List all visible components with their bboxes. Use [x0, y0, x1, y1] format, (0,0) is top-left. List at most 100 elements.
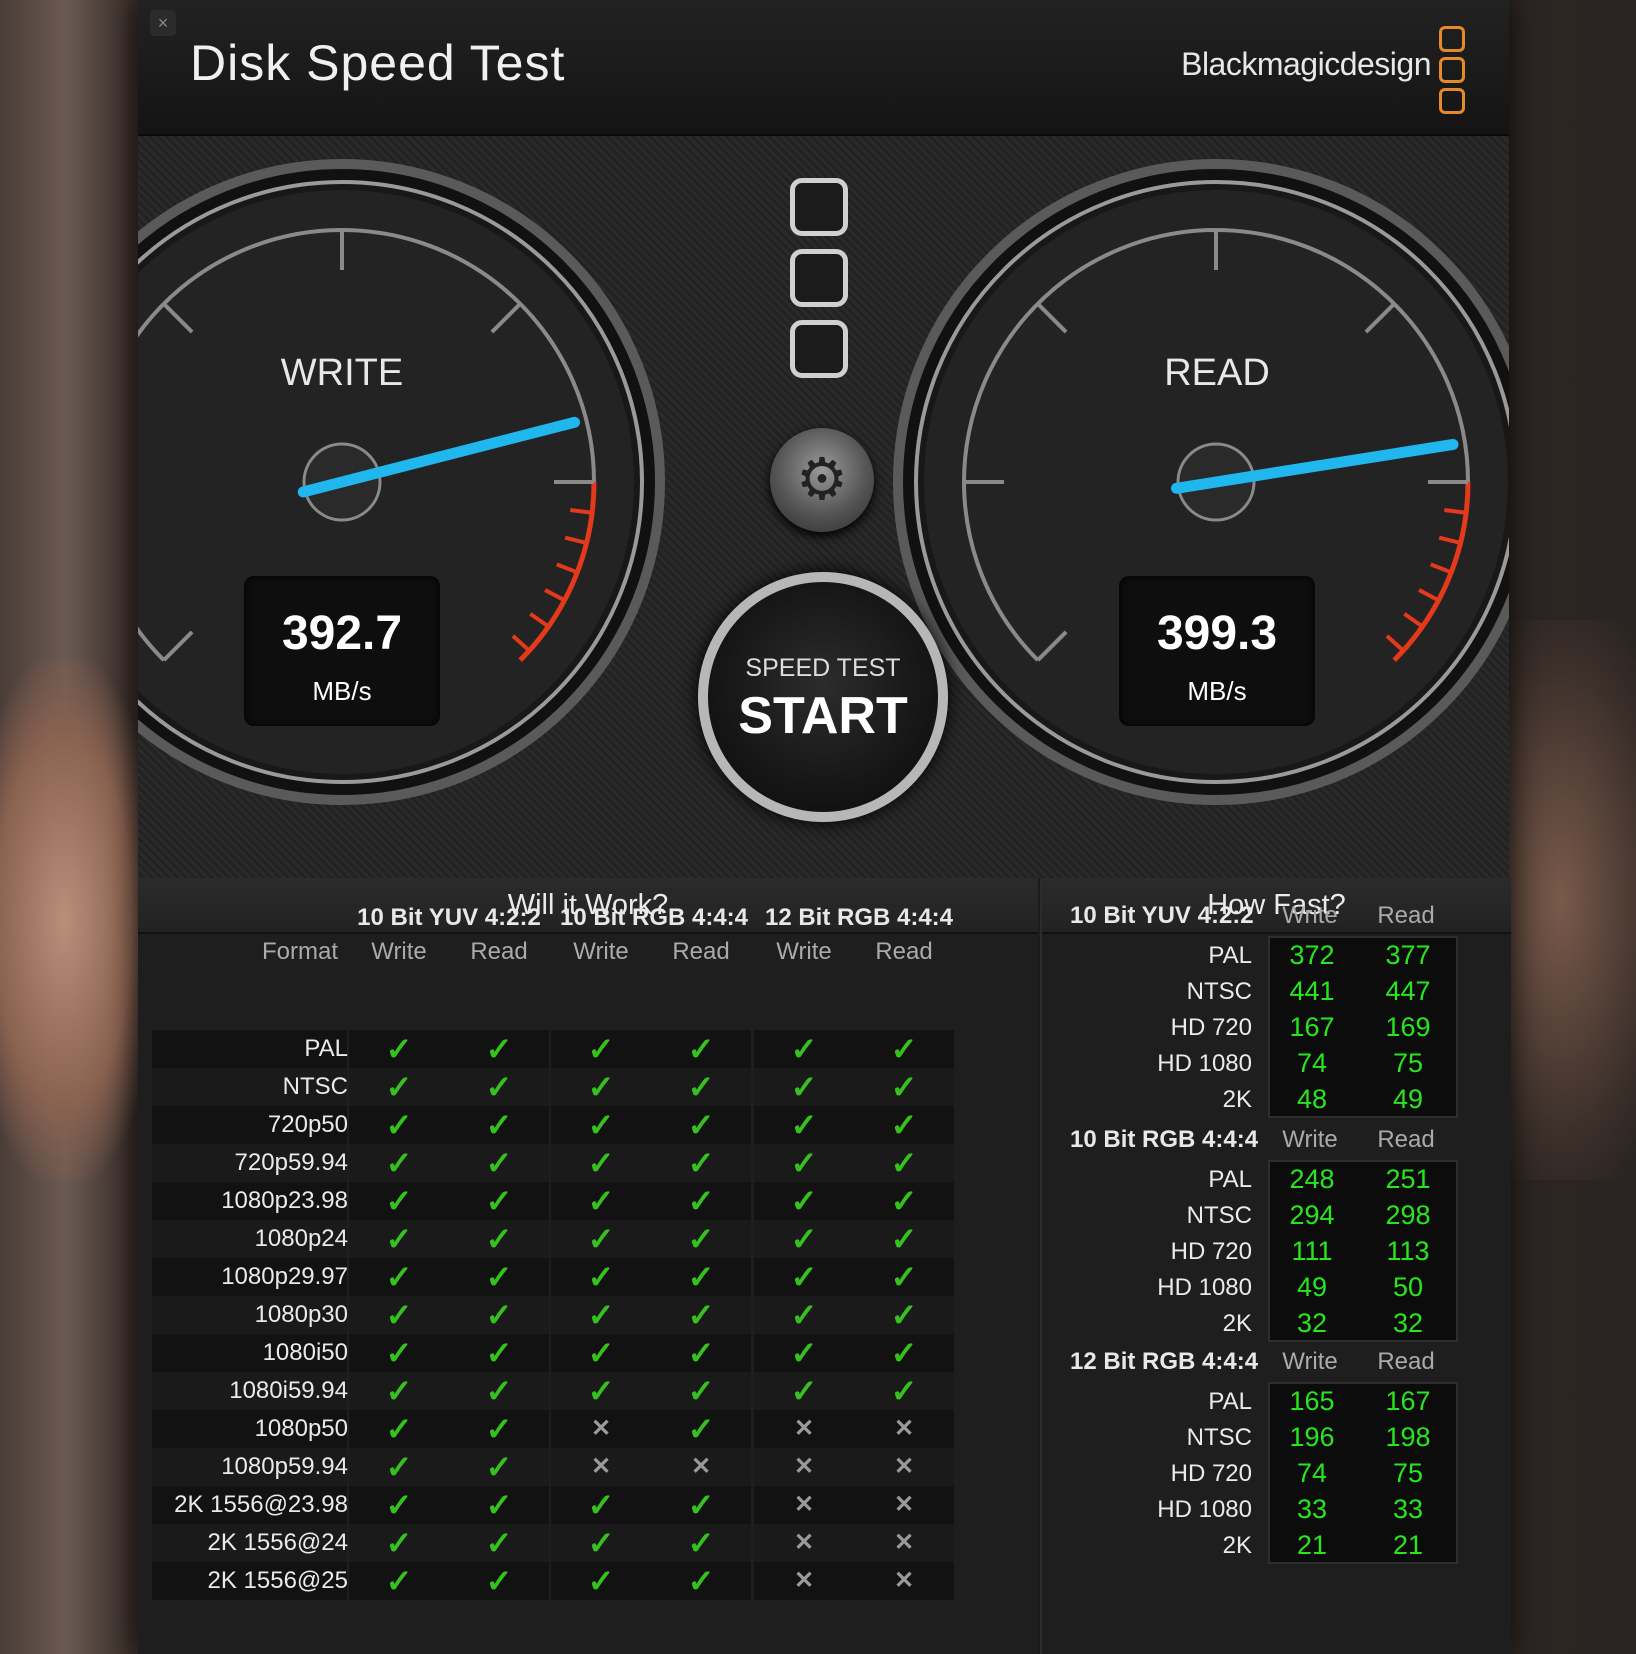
check-icon: ✓: [551, 1030, 653, 1068]
how-fast-write-header: Write: [1282, 1126, 1338, 1153]
group-header: 10 Bit YUV 4:2:2: [357, 904, 541, 931]
settings-gear-icon[interactable]: ⚙: [770, 428, 874, 532]
check-icon: ✓: [754, 1182, 856, 1220]
check-icon: ✓: [854, 1296, 956, 1334]
check-icon: ✓: [349, 1486, 451, 1524]
cross-icon: ✕: [754, 1524, 856, 1562]
format-label: 720p59.94: [234, 1149, 348, 1176]
check-icon: ✓: [449, 1258, 551, 1296]
check-icon: ✓: [551, 1106, 653, 1144]
table-row: 1080i50 ✓ ✓ ✓ ✓ ✓ ✓: [152, 1334, 1008, 1372]
how-fast-read-value: 49: [1392, 1084, 1424, 1114]
check-icon: ✓: [651, 1258, 753, 1296]
check-icon: ✓: [551, 1258, 653, 1296]
how-fast-read-value: 447: [1385, 976, 1431, 1006]
check-icon: ✓: [551, 1372, 653, 1410]
check-icon: ✓: [854, 1144, 956, 1182]
cross-icon: ✕: [854, 1562, 956, 1600]
title-bar: × Disk Speed Test Blackmagicdesign: [138, 0, 1509, 136]
table-row: 1080p59.94 ✓ ✓ ✕ ✕ ✕ ✕: [152, 1448, 1008, 1486]
how-fast-row-label: HD 720: [1170, 1014, 1252, 1041]
check-icon: ✓: [349, 1372, 451, 1410]
how-fast-read-header: Read: [1377, 1126, 1435, 1153]
check-icon: ✓: [651, 1410, 753, 1448]
check-icon: ✓: [349, 1220, 451, 1258]
check-icon: ✓: [854, 1030, 956, 1068]
close-button[interactable]: ×: [150, 10, 176, 36]
how-fast-read-header: Read: [1377, 1348, 1435, 1375]
read-label: READ: [1164, 352, 1270, 394]
format-label: 1080p23.98: [221, 1187, 348, 1214]
table-row: 2K 1556@23.98 ✓ ✓ ✓ ✓ ✕ ✕: [152, 1486, 1008, 1524]
write-red-tick: [570, 508, 593, 515]
format-label: 1080p24: [254, 1225, 348, 1252]
format-cell: 720p59.94: [152, 1144, 349, 1182]
check-icon: ✓: [651, 1562, 753, 1600]
check-icon: ✓: [449, 1030, 551, 1068]
check-icon: ✓: [854, 1258, 956, 1296]
check-icon: ✓: [349, 1562, 451, 1600]
check-icon: ✓: [754, 1106, 856, 1144]
write-column-header: Write: [573, 938, 629, 965]
start-sub-label: SPEED TEST: [745, 654, 901, 682]
how-fast-write-header: Write: [1282, 1348, 1338, 1375]
how-fast-write-value: 196: [1289, 1422, 1335, 1452]
format-cell: 1080p23.98: [152, 1182, 349, 1220]
check-icon: ✓: [651, 1296, 753, 1334]
check-icon: ✓: [449, 1106, 551, 1144]
check-icon: ✓: [854, 1372, 956, 1410]
format-cell: 1080p29.97: [152, 1258, 349, 1296]
format-cell: 1080i59.94: [152, 1372, 349, 1410]
cross-icon: ✕: [854, 1524, 956, 1562]
cross-icon: ✕: [754, 1562, 856, 1600]
format-cell: PAL: [152, 1030, 349, 1068]
check-icon: ✓: [449, 1334, 551, 1372]
table-row: 1080p24 ✓ ✓ ✓ ✓ ✓ ✓: [152, 1220, 1008, 1258]
check-icon: ✓: [651, 1220, 753, 1258]
check-icon: ✓: [449, 1486, 551, 1524]
check-icon: ✓: [551, 1068, 653, 1106]
format-label: 1080p30: [254, 1301, 348, 1328]
check-icon: ✓: [651, 1334, 753, 1372]
cross-icon: ✕: [854, 1448, 956, 1486]
how-fast-read-value: 298: [1385, 1200, 1431, 1230]
check-icon: ✓: [854, 1106, 956, 1144]
will-it-work-panel: Will it Work? Format 10 Bit YUV 4:2:2 10 …: [138, 878, 1038, 1654]
how-fast-write-value: 441: [1289, 976, 1335, 1006]
check-icon: ✓: [651, 1144, 753, 1182]
format-label: 1080i59.94: [229, 1377, 348, 1404]
check-icon: ✓: [349, 1068, 451, 1106]
check-icon: ✓: [349, 1524, 451, 1562]
how-fast-write-value: 32: [1296, 1308, 1328, 1338]
table-row: 1080p29.97 ✓ ✓ ✓ ✓ ✓ ✓: [152, 1258, 1008, 1296]
start-button[interactable]: SPEED TEST START: [698, 572, 948, 822]
cross-icon: ✕: [754, 1448, 856, 1486]
cross-icon: ✕: [754, 1410, 856, 1448]
check-icon: ✓: [651, 1182, 753, 1220]
check-icon: ✓: [551, 1334, 653, 1372]
format-label: 2K 1556@24: [207, 1529, 348, 1556]
table-row: NTSC ✓ ✓ ✓ ✓ ✓ ✓: [152, 1068, 1008, 1106]
check-icon: ✓: [551, 1220, 653, 1258]
check-icon: ✓: [551, 1144, 653, 1182]
format-cell: 1080p24: [152, 1220, 349, 1258]
format-label: 1080p59.94: [221, 1453, 348, 1480]
format-cell: 2K 1556@23.98: [152, 1486, 349, 1524]
check-icon: ✓: [754, 1144, 856, 1182]
check-icon: ✓: [349, 1258, 451, 1296]
check-icon: ✓: [449, 1524, 551, 1562]
read-column-header: Read: [875, 938, 933, 965]
how-fast-row-label: 2K: [1222, 1086, 1252, 1113]
check-icon: ✓: [754, 1030, 856, 1068]
format-label: PAL: [304, 1035, 348, 1062]
check-icon: ✓: [349, 1182, 451, 1220]
check-icon: ✓: [449, 1562, 551, 1600]
check-icon: ✓: [449, 1410, 551, 1448]
how-fast-row-label: NTSC: [1186, 1202, 1252, 1229]
check-icon: ✓: [449, 1372, 551, 1410]
how-fast-write-value: 165: [1289, 1386, 1335, 1416]
check-icon: ✓: [551, 1296, 653, 1334]
how-fast-row-label: HD 720: [1170, 1238, 1252, 1265]
check-icon: ✓: [349, 1334, 451, 1372]
format-label: 1080p50: [254, 1415, 348, 1442]
